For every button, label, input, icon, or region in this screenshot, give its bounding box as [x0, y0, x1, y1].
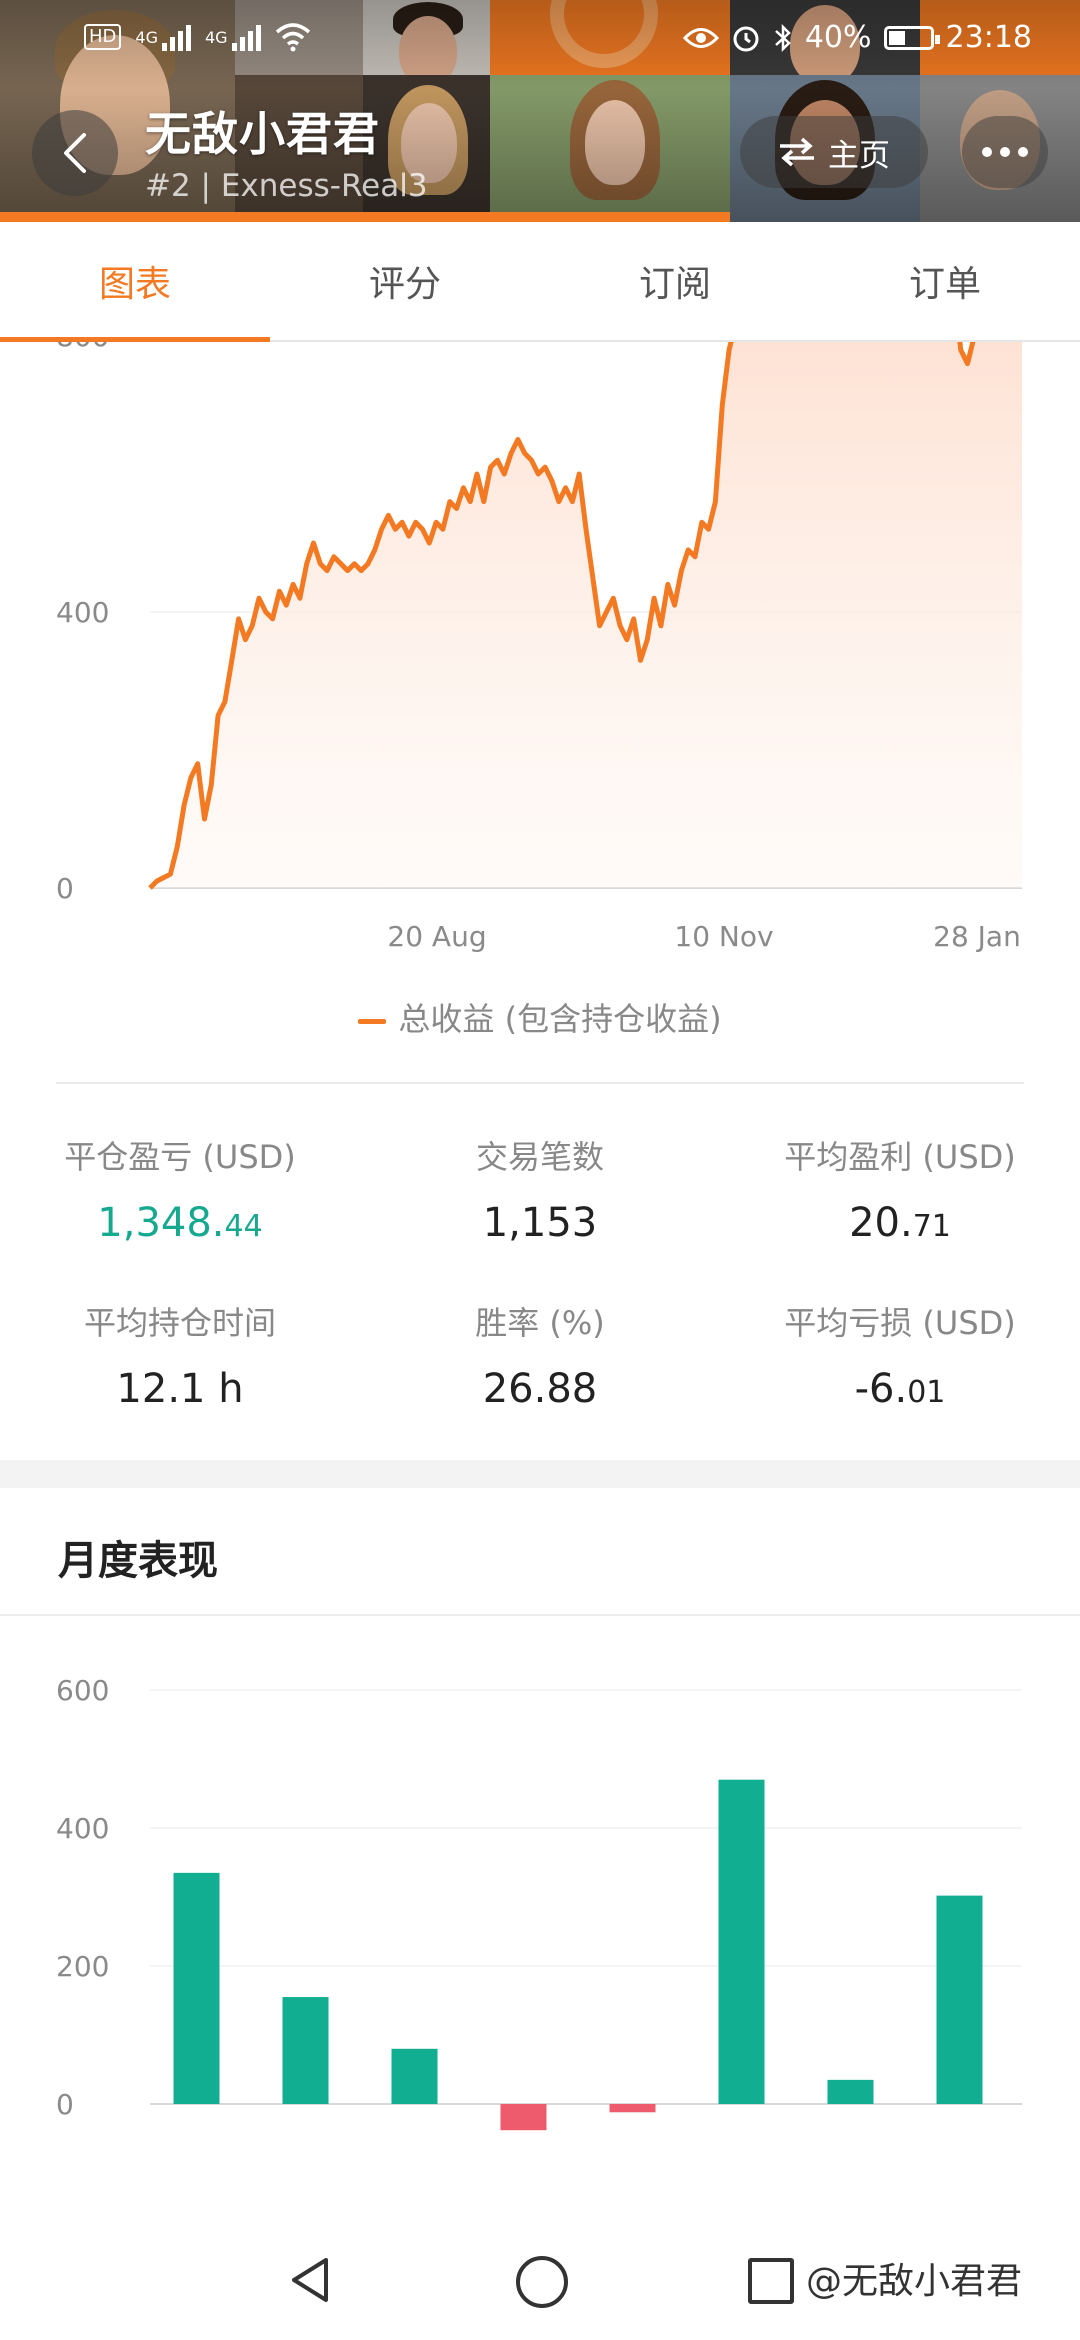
equity-area	[150, 342, 1022, 888]
section-title-monthly: 月度表现	[58, 1538, 218, 1584]
system-nav-bar: @无敌小君君	[0, 2220, 1080, 2340]
y-tick-label: 200	[56, 1950, 109, 1983]
divider	[56, 1082, 1024, 1084]
more-button[interactable]	[962, 116, 1048, 188]
watermark: @无敌小君君	[806, 2261, 1023, 2302]
monthly-bar	[609, 2104, 656, 2113]
y-tick-label: 0	[56, 2088, 74, 2121]
monthly-bar	[718, 1779, 765, 2104]
stat-avg-loss: 平均亏损 (USD) -6.01	[784, 1304, 1016, 1412]
nav-recents-icon[interactable]	[748, 2258, 794, 2304]
signal-icon	[231, 23, 261, 51]
nav-back-icon[interactable]	[288, 2256, 332, 2304]
eye-icon	[682, 27, 719, 48]
monthly-bar	[936, 1895, 983, 2104]
y-tick-label: 600	[56, 1674, 109, 1707]
y-tick-label: 0	[56, 872, 74, 905]
x-tick-label: 10 Nov	[674, 920, 773, 953]
back-button[interactable]	[32, 110, 118, 196]
home-button-label: 主页	[828, 137, 890, 174]
monthly-bar	[282, 1997, 329, 2104]
swap-icon	[780, 137, 814, 167]
tab-bar: 图表 评分 订阅 订单	[0, 222, 1080, 342]
home-button[interactable]: 主页	[740, 116, 928, 188]
profile-header: HD 4G 4G 40% 23:18 无敌小君君 #2 | Exness-Rea…	[0, 0, 1080, 222]
account-subtitle: #2 | Exness-Real3	[145, 168, 428, 204]
equity-chart-svg: 04008001.2K1.6K1,337.96 USD20 Aug10 Nov2…	[56, 342, 1022, 953]
tab-rating[interactable]: 评分	[270, 222, 540, 340]
x-tick-label: 20 Aug	[387, 920, 486, 953]
stat-closed-pnl: 平仓盈亏 (USD) 1,348.44	[64, 1138, 296, 1246]
monthly-bar	[391, 2048, 438, 2104]
hd-badge: HD	[84, 24, 122, 50]
y-tick-label: 800	[56, 342, 109, 353]
legend-label: 总收益 (包含持仓收益)	[398, 1000, 722, 1038]
divider	[0, 1614, 1080, 1616]
nav-home-icon[interactable]	[516, 2256, 568, 2308]
stat-avg-hold-time: 平均持仓时间 12.1 h	[83, 1304, 276, 1412]
stat-win-rate: 胜率 (%) 26.88	[475, 1304, 605, 1412]
y-tick-label: 400	[56, 1812, 109, 1845]
monthly-chart-svg: 0 200 400 600	[56, 1674, 1022, 2131]
monthly-bar-chart: 0 200 400 600	[0, 1640, 1080, 2180]
monthly-bar	[827, 2079, 874, 2104]
equity-chart: 04008001.2K1.6K1,337.96 USD20 Aug10 Nov2…	[0, 342, 1080, 1062]
monthly-bar	[173, 1872, 220, 2104]
stat-trade-count: 交易笔数 1,153	[475, 1138, 604, 1246]
trader-name: 无敌小君君	[145, 107, 380, 161]
x-tick-label: 28 Jan	[933, 920, 1021, 953]
alarm-icon	[733, 26, 759, 51]
bluetooth-icon	[774, 23, 791, 52]
wifi-icon	[275, 23, 310, 52]
tab-orders[interactable]: 订单	[810, 222, 1080, 340]
signal-icon	[161, 23, 191, 51]
y-tick-label: 400	[56, 596, 109, 629]
tab-subscribe[interactable]: 订阅	[540, 222, 810, 340]
tab-chart[interactable]: 图表	[0, 222, 270, 342]
back-arrow-icon	[64, 133, 86, 173]
status-bar: HD 4G 4G 40% 23:18	[0, 18, 1080, 64]
clock: 23:18	[945, 20, 1032, 55]
stat-avg-profit: 平均盈利 (USD) 20.71	[784, 1138, 1016, 1246]
battery-icon	[883, 25, 940, 50]
more-dots-icon	[982, 147, 1028, 157]
battery-percent: 40%	[804, 20, 872, 55]
chart-legend: 总收益 (包含持仓收益)	[0, 994, 1080, 1040]
legend-swatch	[358, 1018, 387, 1024]
monthly-bar	[500, 2104, 547, 2131]
section-gap	[0, 1460, 1080, 1488]
